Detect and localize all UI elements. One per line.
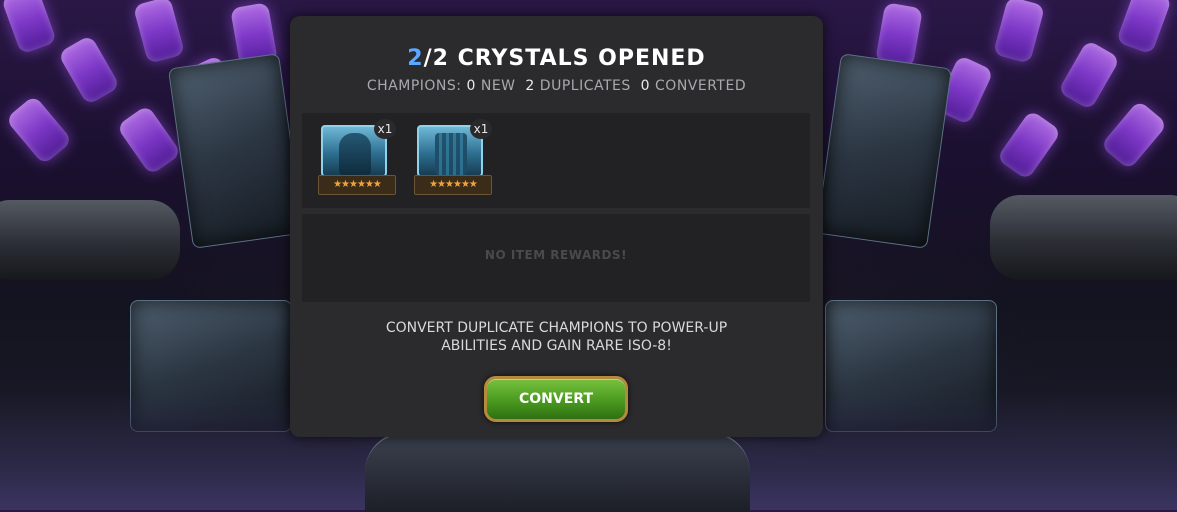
crystal-decor [1115,0,1173,55]
crystal-decor [0,0,58,55]
crystal-decor [57,34,121,106]
duplicate-count: 2 [525,78,535,94]
champion-reward-card[interactable]: ★★★★★★ x1 [414,119,492,199]
no-item-rewards-text: NO ITEM REWARDS! [484,248,628,262]
star-rating: ★★★★★★ [318,175,396,195]
crystal-dock-decor [365,432,750,512]
opened-count: 2 [407,46,424,71]
info-line: CONVERT DUPLICATE CHAMPIONS TO POWER-UP [385,320,728,336]
duplicate-label: DUPLICATES [539,78,631,94]
item-rewards-list: NO ITEM REWARDS! [302,214,810,302]
convert-button[interactable]: CONVERT [484,376,628,422]
stone-pillar-decor [815,53,953,249]
new-label: NEW [480,78,516,94]
pipe-decor [990,195,1177,280]
champion-count-badge: x1 [470,119,492,139]
info-line: ABILITIES AND GAIN RARE ISO-8! [441,338,672,354]
converted-count: 0 [640,78,651,94]
crystal-results-panel: 2/2 CRYSTALS OPENED CHAMPIONS: 0 NEW 2 D… [290,16,823,437]
convert-info-text: CONVERT DUPLICATE CHAMPIONS TO POWER-UP … [330,319,783,355]
crystal-decor [1100,99,1168,171]
crystal-decor [116,104,182,176]
pipe-decor [0,200,180,280]
new-count: 0 [466,78,476,94]
crystal-decor [996,109,1062,181]
summary-label: CHAMPIONS: [366,78,462,94]
star-rating: ★★★★★★ [414,175,492,195]
title-text: /2 CRYSTALS OPENED [423,46,706,71]
panel-title: 2/2 CRYSTALS OPENED [290,46,823,71]
crystal-decor [992,0,1046,64]
champion-summary: CHAMPIONS: 0 NEW 2 DUPLICATES 0 CONVERTE… [290,78,823,94]
crystal-decor [1057,39,1121,111]
champion-rewards-list: ★★★★★★ x1 ★★★★★★ x1 [302,113,810,208]
converted-label: CONVERTED [655,78,747,94]
champion-reward-card[interactable]: ★★★★★★ x1 [318,119,396,199]
champion-count-badge: x1 [374,119,396,139]
crystal-decor [132,0,186,64]
stone-pillar-decor [167,53,305,249]
crystal-decor [5,94,73,166]
